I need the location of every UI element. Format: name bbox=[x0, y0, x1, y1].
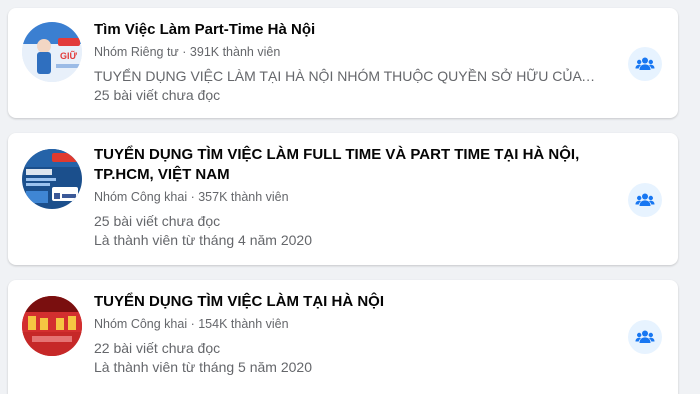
group-info: Tìm Việc Làm Part-Time Hà Nội Nhóm Riêng… bbox=[94, 20, 598, 105]
group-avatar[interactable] bbox=[22, 149, 82, 209]
group-icon bbox=[635, 193, 655, 206]
group-members: 357K thành viên bbox=[198, 190, 289, 204]
group-avatar-image bbox=[22, 149, 82, 209]
group-unread: 25 bài viết chưa đọc bbox=[94, 87, 221, 103]
group-unread: 22 bài viết chưa đọc bbox=[94, 340, 221, 356]
group-member-since: Là thành viên từ tháng 5 năm 2020 bbox=[94, 359, 312, 375]
group-button[interactable] bbox=[628, 183, 662, 217]
group-description: TUYỂN DỤNG VIỆC LÀM TẠI HÀ NỘI NHÓM THUỘ… bbox=[94, 68, 598, 84]
group-info: TUYỂN DỤNG TÌM VIỆC LÀM TẠI HÀ NỘI Nhóm … bbox=[94, 292, 598, 377]
group-meta: Nhóm Riêng tư · 391K thành viên bbox=[94, 44, 598, 60]
group-privacy: Nhóm Công khai bbox=[94, 317, 188, 331]
group-card[interactable]: GIỮ Tìm Việc Làm Part-Time Hà Nội Nhóm R… bbox=[8, 8, 678, 118]
group-members: 391K thành viên bbox=[189, 45, 281, 59]
group-name[interactable]: TUYỂN DỤNG TÌM VIỆC LÀM TẠI HÀ NỘI bbox=[94, 292, 598, 312]
group-icon bbox=[635, 57, 655, 70]
group-button[interactable] bbox=[628, 320, 662, 354]
group-avatar[interactable]: GIỮ bbox=[22, 22, 82, 82]
group-members: 154K thành viên bbox=[198, 317, 289, 331]
group-card[interactable]: TUYỂN DỤNG TÌM VIỆC LÀM FULL TIME VÀ PAR… bbox=[8, 133, 678, 265]
group-avatar-image: GIỮ bbox=[22, 22, 82, 82]
group-unread: 25 bài viết chưa đọc bbox=[94, 213, 221, 229]
group-member-since: Là thành viên từ tháng 4 năm 2020 bbox=[94, 232, 312, 248]
group-card[interactable]: TUYỂN DỤNG TÌM VIỆC LÀM TẠI HÀ NỘI Nhóm … bbox=[8, 280, 678, 394]
group-name[interactable]: TUYỂN DỤNG TÌM VIỆC LÀM FULL TIME VÀ PAR… bbox=[94, 145, 598, 185]
group-meta: Nhóm Công khai · 154K thành viên bbox=[94, 316, 598, 332]
group-privacy: Nhóm Công khai bbox=[94, 190, 188, 204]
meta-separator: · bbox=[182, 45, 190, 59]
group-name[interactable]: Tìm Việc Làm Part-Time Hà Nội bbox=[94, 20, 598, 40]
group-avatar[interactable] bbox=[22, 296, 82, 356]
group-info: TUYỂN DỤNG TÌM VIỆC LÀM FULL TIME VÀ PAR… bbox=[94, 145, 598, 250]
group-button[interactable] bbox=[628, 47, 662, 81]
group-avatar-image bbox=[22, 296, 82, 356]
group-privacy: Nhóm Riêng tư bbox=[94, 45, 179, 59]
group-list: GIỮ Tìm Việc Làm Part-Time Hà Nội Nhóm R… bbox=[0, 0, 700, 394]
svg-text:GIỮ: GIỮ bbox=[60, 51, 78, 61]
group-icon bbox=[635, 330, 655, 343]
group-meta: Nhóm Công khai · 357K thành viên bbox=[94, 189, 598, 205]
